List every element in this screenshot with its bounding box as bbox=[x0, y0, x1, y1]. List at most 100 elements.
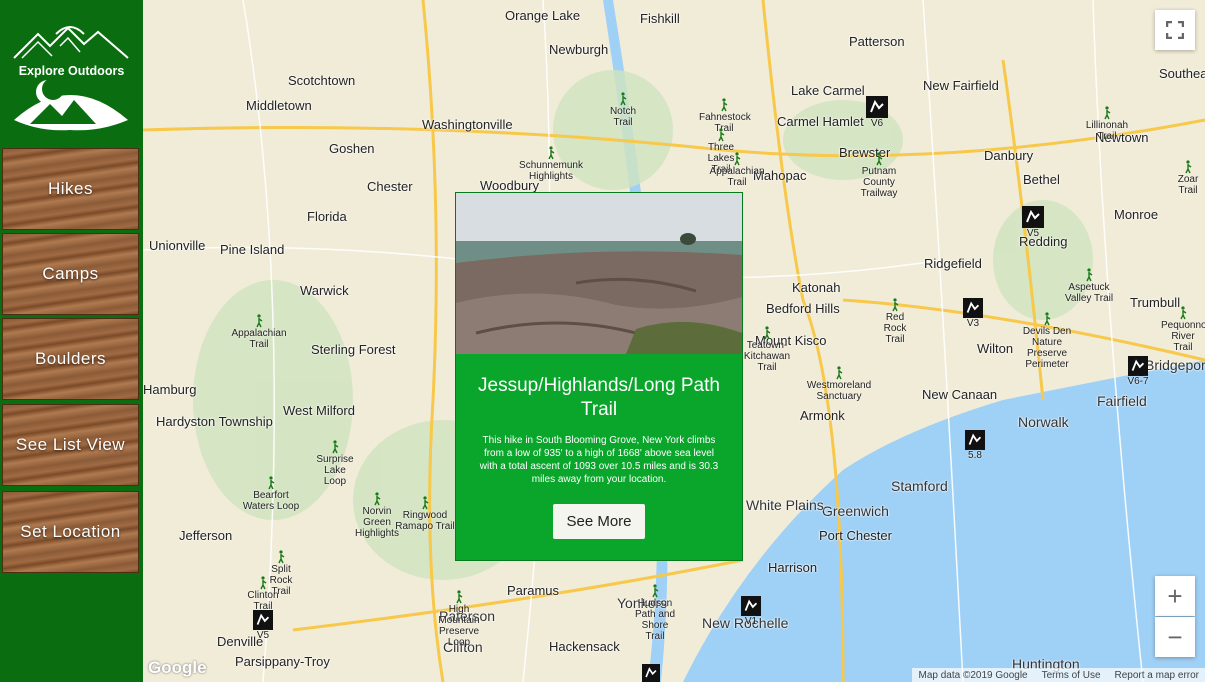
nav-boulders-button[interactable]: Boulders bbox=[2, 318, 139, 400]
trail-label: Norvin Green Highlights bbox=[355, 506, 399, 539]
place-label: Hackensack bbox=[549, 639, 620, 654]
place-label: Wilton bbox=[977, 341, 1014, 356]
boulder-icon bbox=[642, 664, 660, 682]
boulder-marker[interactable]: V6-7 bbox=[1123, 356, 1153, 387]
hiker-icon bbox=[1044, 312, 1051, 326]
trail-marker[interactable]: Zoar Trail bbox=[1171, 160, 1205, 196]
trail-photo-image bbox=[456, 193, 742, 354]
hiker-icon bbox=[374, 492, 381, 506]
place-label: Port Chester bbox=[819, 528, 892, 543]
popup-description: This hike in South Blooming Grove, New Y… bbox=[479, 435, 719, 485]
boulder-grade: V6 bbox=[870, 118, 884, 129]
hiker-icon bbox=[892, 298, 899, 312]
trail-photo bbox=[456, 193, 742, 354]
place-label: New Fairfield bbox=[923, 78, 999, 93]
boulder-marker[interactable]: V5 bbox=[1019, 206, 1047, 239]
trail-marker[interactable]: Red Rock Trail bbox=[877, 298, 913, 345]
trail-marker[interactable]: Devils Den Nature Preserve Perimeter bbox=[1019, 312, 1075, 370]
place-label: Katonah bbox=[792, 280, 841, 295]
place-label: Harrison bbox=[768, 560, 818, 575]
boulder-marker[interactable]: V1 bbox=[739, 596, 763, 627]
trail-marker[interactable]: Hudson Path and Shore Trail bbox=[633, 584, 677, 642]
boulder-icon bbox=[1128, 356, 1148, 376]
zoom-out-button[interactable]: − bbox=[1155, 617, 1195, 657]
hiker-icon bbox=[1086, 268, 1093, 282]
place-label: Hamburg bbox=[143, 382, 197, 397]
trail-marker[interactable]: Westmoreland Sanctuary bbox=[803, 366, 875, 402]
trail-marker[interactable]: Bearfort Waters Loop bbox=[241, 476, 301, 512]
see-more-button[interactable]: See More bbox=[553, 504, 645, 539]
trail-marker[interactable]: Aspetuck Valley Trail bbox=[1061, 268, 1117, 304]
place-label: Goshen bbox=[329, 141, 375, 156]
boulder-grade: V6-7 bbox=[1127, 376, 1149, 387]
place-label: Middletown bbox=[246, 98, 312, 113]
trail-marker[interactable]: Lillinonah Trail bbox=[1079, 106, 1135, 142]
trail-marker[interactable]: Ringwood Ramapo Trail bbox=[395, 496, 455, 532]
place-label: Lake Carmel bbox=[791, 83, 865, 98]
hiker-icon bbox=[278, 550, 285, 564]
place-label: Patterson bbox=[849, 34, 905, 49]
place-label: Sterling Forest bbox=[311, 342, 396, 357]
map[interactable]: Orange Lake Fishkill Newburgh Patterson … bbox=[143, 0, 1205, 682]
trail-marker[interactable]: Putnam County Trailway bbox=[851, 152, 907, 199]
hiker-icon bbox=[456, 590, 463, 604]
trail-marker[interactable]: Clinton Trail bbox=[243, 576, 283, 612]
boulder-marker[interactable]: V3 bbox=[961, 298, 985, 329]
boulder-marker[interactable]: V6 bbox=[863, 96, 891, 129]
hiker-icon bbox=[718, 128, 725, 142]
hiker-icon bbox=[1180, 306, 1187, 320]
nav-list-view-button[interactable]: See List View bbox=[2, 404, 139, 486]
nav-hikes-button[interactable]: Hikes bbox=[2, 148, 139, 230]
trail-marker[interactable]: High Mountain Preserve Loop bbox=[431, 590, 487, 648]
nav-camps-button[interactable]: Camps bbox=[2, 233, 139, 315]
boulder-grade: 5.8 bbox=[968, 450, 982, 461]
trail-label: Zoar Trail bbox=[1177, 174, 1199, 196]
place-label: Norwalk bbox=[1018, 414, 1069, 430]
google-logo: Google bbox=[148, 658, 207, 677]
trail-marker[interactable]: Pequonnock River Trail bbox=[1161, 306, 1205, 353]
map-attribution: Map data ©2019 Google Terms of Use Repor… bbox=[912, 668, 1205, 682]
place-label: Southeast bbox=[1159, 66, 1205, 81]
boulder-marker[interactable]: V5 bbox=[251, 610, 275, 641]
hiker-icon bbox=[836, 366, 843, 380]
place-label: Armonk bbox=[800, 408, 845, 423]
nav-set-location-button[interactable]: Set Location bbox=[2, 491, 139, 573]
place-label: Fairfield bbox=[1097, 393, 1147, 409]
map-data-text: Map data ©2019 Google bbox=[918, 669, 1028, 681]
fullscreen-button[interactable] bbox=[1155, 10, 1195, 50]
trail-label: Putnam County Trailway bbox=[860, 166, 898, 199]
logo[interactable]: Explore Outdoors bbox=[0, 0, 143, 143]
place-label: Unionville bbox=[149, 238, 206, 253]
trail-marker[interactable]: Surprise Lake Loop bbox=[313, 440, 357, 487]
trail-label: Clinton Trail bbox=[247, 590, 279, 612]
trail-label: Aspetuck Valley Trail bbox=[1064, 282, 1114, 304]
fullscreen-icon bbox=[1166, 21, 1184, 39]
boulder-marker[interactable]: 5.8 bbox=[963, 430, 987, 461]
trail-marker[interactable]: Teatown-Kitchawan Trail bbox=[739, 326, 795, 373]
trail-marker[interactable]: Appalachian Trail bbox=[707, 152, 767, 188]
place-label: Parsippany-Troy bbox=[235, 654, 330, 669]
hiker-icon bbox=[620, 92, 627, 106]
report-error-link[interactable]: Report a map error bbox=[1115, 670, 1199, 681]
trail-info-popup: Jessup/Highlands/Long Path Trail This hi… bbox=[455, 192, 743, 561]
place-label: Bethel bbox=[1023, 172, 1060, 187]
place-label: Bedford Hills bbox=[766, 301, 840, 316]
trail-marker[interactable]: Notch Trail bbox=[603, 92, 643, 128]
place-label: Newburgh bbox=[549, 42, 609, 57]
trail-label: Surprise Lake Loop bbox=[316, 454, 354, 487]
place-label: West Milford bbox=[283, 403, 355, 418]
hiker-icon bbox=[876, 152, 883, 166]
trail-marker[interactable]: Schunnemunk Highlights bbox=[519, 146, 583, 182]
hiker-icon bbox=[734, 152, 741, 166]
trail-marker[interactable]: Appalachian Trail bbox=[229, 314, 289, 350]
trail-label: High Mountain Preserve Loop bbox=[438, 604, 480, 648]
boulder-icon bbox=[1022, 206, 1044, 228]
trail-label: Pequonnock River Trail bbox=[1161, 320, 1205, 353]
zoom-in-button[interactable]: + bbox=[1155, 576, 1195, 616]
terms-link[interactable]: Terms of Use bbox=[1042, 670, 1101, 681]
boulder-grade: V5 bbox=[1026, 228, 1040, 239]
boulder-icon bbox=[253, 610, 273, 630]
trail-label: Devils Den Nature Preserve Perimeter bbox=[1022, 326, 1072, 370]
hiker-icon bbox=[422, 496, 429, 510]
boulder-marker[interactable] bbox=[639, 664, 663, 682]
